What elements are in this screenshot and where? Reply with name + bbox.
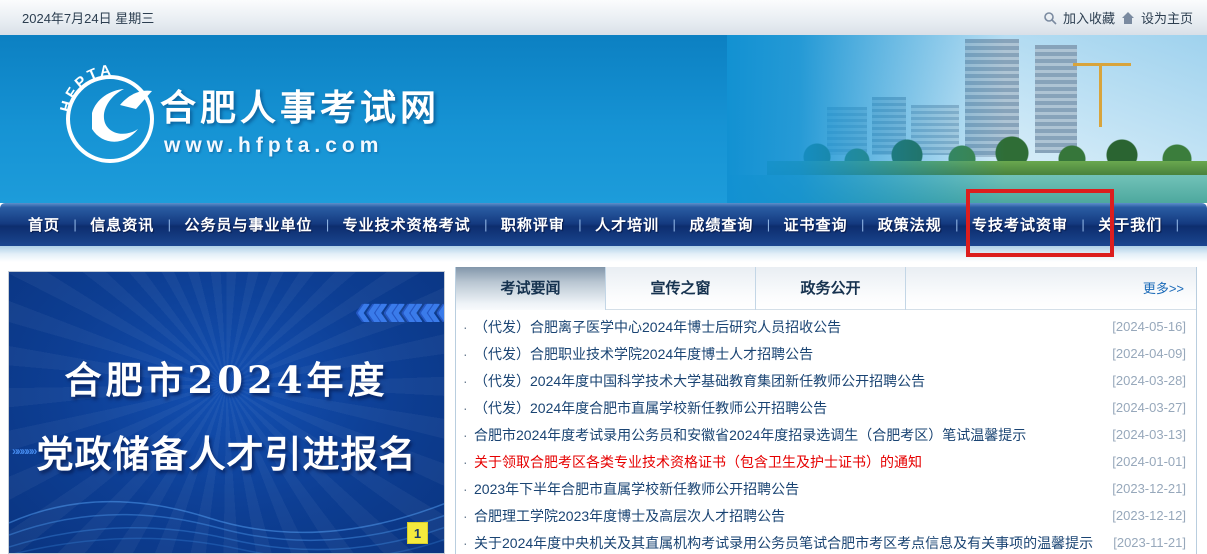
current-date: 2024年7月24日 星期三: [22, 8, 154, 27]
bullet-icon: ·: [463, 373, 474, 389]
nav-link[interactable]: 成绩查询: [689, 214, 753, 235]
more-link[interactable]: 更多>>: [1143, 267, 1184, 310]
news-row[interactable]: · 关于领取合肥考区各类专业技术资格证书（包含卫生及护士证书）的通知 [2024…: [456, 448, 1196, 475]
news-date: [2024-03-28]: [1112, 373, 1186, 388]
banner-chevrons-icon: «««««: [356, 286, 444, 332]
bullet-icon: ·: [463, 400, 474, 416]
nav-link[interactable]: 公务员与事业单位: [184, 214, 312, 235]
nav-separator: |: [673, 217, 676, 232]
banner-title-line1: 合肥市2024年度: [9, 350, 444, 404]
annotation-highlight-box: [966, 189, 1114, 257]
news-tab-row: 考试要闻 宣传之窗 政务公开 更多>>: [456, 267, 1196, 310]
nav-separator: |: [168, 217, 171, 232]
bullet-icon: ·: [463, 508, 474, 524]
nav-link[interactable]: 职称评审: [501, 214, 565, 235]
news-row[interactable]: · （代发）2024年度中国科学技术大学基础教育集团新任教师公开招聘公告 [20…: [456, 367, 1196, 394]
set-homepage-link[interactable]: 设为主页: [1141, 8, 1193, 27]
news-row[interactable]: · 2023年下半年合肥市直属学校新任教师公开招聘公告 [2023-12-21]: [456, 475, 1196, 502]
nav-link[interactable]: 政策法规: [878, 214, 942, 235]
bullet-icon: ·: [463, 454, 474, 470]
news-row[interactable]: · 合肥理工学院2023年度博士及高层次人才招聘公告 [2023-12-12]: [456, 502, 1196, 529]
news-date: [2024-03-13]: [1112, 427, 1186, 442]
nav-link[interactable]: 专业技术资格考试: [343, 214, 471, 235]
news-date: [2024-01-01]: [1112, 454, 1186, 469]
site-title: 合肥人事考试网: [160, 79, 440, 131]
news-title-link[interactable]: （代发）2024年度中国科学技术大学基础教育集团新任教师公开招聘公告: [474, 371, 1100, 391]
cityscape-image: [727, 35, 1207, 203]
nav-separator: |: [484, 217, 487, 232]
news-panel: 考试要闻 宣传之窗 政务公开 更多>> · （代发）合肥离子医学中心2024年博…: [455, 267, 1197, 554]
nav-separator: |: [861, 217, 864, 232]
nav-link[interactable]: 证书查询: [784, 214, 848, 235]
news-title-link[interactable]: 关于领取合肥考区各类专业技术资格证书（包含卫生及护士证书）的通知: [474, 452, 1100, 472]
site-header: HFPTA 合肥人事考试网 www.hfpta.com: [0, 35, 1207, 203]
page: 2024年7月24日 星期三 加入收藏 设为主页: [0, 0, 1207, 554]
magnifier-icon: [1043, 11, 1057, 25]
carousel-page-indicator[interactable]: 1: [407, 522, 428, 544]
news-title-link[interactable]: 合肥市2024年度考试录用公务员和安徽省2024年度招录选调生（合肥考区）笔试温…: [474, 425, 1100, 445]
news-title-link[interactable]: （代发）合肥离子医学中心2024年博士后研究人员招收公告: [474, 317, 1100, 337]
nav-link[interactable]: 人才培训: [595, 214, 659, 235]
nav-separator: |: [578, 217, 581, 232]
news-date: [2023-12-21]: [1112, 481, 1186, 496]
news-title-link[interactable]: 合肥理工学院2023年度博士及高层次人才招聘公告: [474, 506, 1100, 526]
bullet-icon: ·: [463, 535, 474, 551]
news-date: [2024-03-27]: [1112, 400, 1186, 415]
news-date: [2024-05-16]: [1112, 319, 1186, 334]
bullet-icon: ·: [463, 481, 474, 497]
news-title-link[interactable]: 关于2024年度中央机关及其直属机构考试录用公务员笔试合肥市考区考点信息及有关事…: [474, 533, 1101, 553]
banner-waves-decoration: [9, 463, 445, 553]
news-row[interactable]: · 关于2024年度中央机关及其直属机构考试录用公务员笔试合肥市考区考点信息及有…: [456, 529, 1196, 554]
news-title-link[interactable]: （代发）合肥职业技术学院2024年度博士人才招聘公告: [474, 344, 1100, 364]
home-icon: [1121, 11, 1135, 25]
site-url: www.hfpta.com: [164, 134, 383, 158]
hfpta-logo-icon: HFPTA: [58, 65, 162, 169]
news-row[interactable]: · （代发）合肥职业技术学院2024年度博士人才招聘公告 [2024-04-09…: [456, 340, 1196, 367]
nav-link[interactable]: 首页: [28, 214, 60, 235]
news-date: [2024-04-09]: [1112, 346, 1186, 361]
bullet-icon: ·: [463, 346, 474, 362]
carousel-banner[interactable]: ««««« 合肥市2024年度 党政储备人才引进报名 »»»»» 1: [8, 271, 445, 554]
news-tab[interactable]: 考试要闻: [456, 267, 606, 310]
nav-link[interactable]: 信息资讯: [90, 214, 154, 235]
news-tab[interactable]: 宣传之窗: [606, 267, 756, 310]
banner-mini-chevrons-icon: »»»»»: [12, 444, 35, 458]
nav-separator: |: [955, 217, 958, 232]
bullet-icon: ·: [463, 427, 474, 443]
nav-separator: |: [1176, 217, 1179, 232]
nav-separator: |: [767, 217, 770, 232]
nav-separator: |: [73, 217, 76, 232]
news-row[interactable]: · （代发）2024年度合肥市直属学校新任教师公开招聘公告 [2024-03-2…: [456, 394, 1196, 421]
news-title-link[interactable]: （代发）2024年度合肥市直属学校新任教师公开招聘公告: [474, 398, 1100, 418]
news-row[interactable]: · （代发）合肥离子医学中心2024年博士后研究人员招收公告 [2024-05-…: [456, 313, 1196, 340]
top-utility-bar: 2024年7月24日 星期三 加入收藏 设为主页: [0, 0, 1207, 35]
news-date: [2023-11-21]: [1113, 535, 1186, 550]
news-list: · （代发）合肥离子医学中心2024年博士后研究人员招收公告 [2024-05-…: [456, 310, 1196, 554]
bullet-icon: ·: [463, 319, 474, 335]
news-title-link[interactable]: 2023年下半年合肥市直属学校新任教师公开招聘公告: [474, 479, 1100, 499]
nav-separator: |: [326, 217, 329, 232]
add-favorite-link[interactable]: 加入收藏: [1063, 8, 1115, 27]
news-date: [2023-12-12]: [1112, 508, 1186, 523]
news-row[interactable]: · 合肥市2024年度考试录用公务员和安徽省2024年度招录选调生（合肥考区）笔…: [456, 421, 1196, 448]
news-tab[interactable]: 政务公开: [756, 267, 906, 310]
